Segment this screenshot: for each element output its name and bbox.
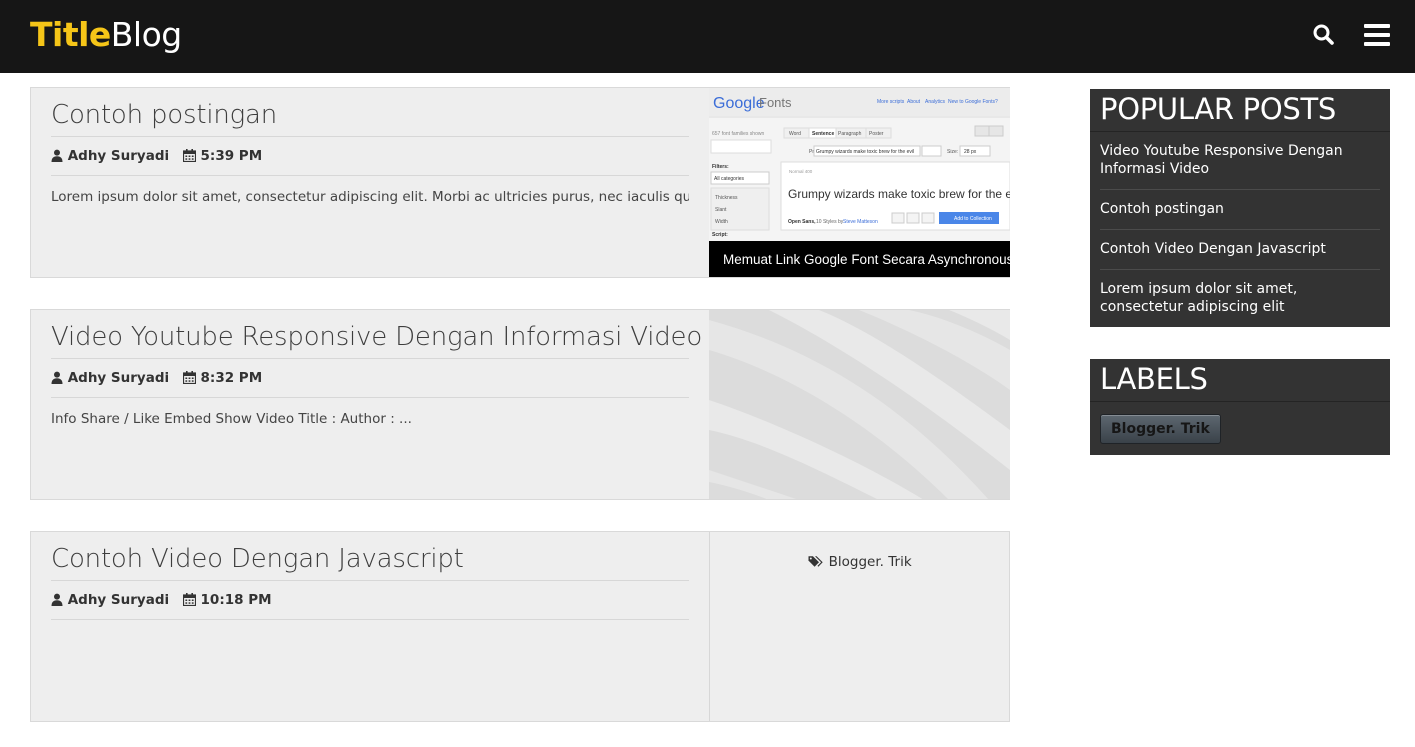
thumb-brand-fonts: Fonts bbox=[759, 95, 792, 110]
post-body: Video Youtube Responsive Dengan Informas… bbox=[51, 310, 702, 428]
popular-posts-widget: POPULAR POSTS Video Youtube Responsive D… bbox=[1090, 89, 1390, 327]
calendar-icon bbox=[182, 149, 196, 163]
post-author[interactable]: Adhy Suryadi bbox=[68, 370, 169, 386]
post-excerpt: Info Share / Like Embed Show Video Title… bbox=[51, 411, 412, 427]
thumb-nav-link: Analytics bbox=[925, 99, 946, 105]
search-icon[interactable] bbox=[1311, 22, 1339, 50]
thumb-nav-link: New to Google Fonts? bbox=[948, 99, 998, 105]
thumb-families-shown: 657 font families shown bbox=[712, 131, 764, 137]
thumb-size-label: Size: bbox=[947, 149, 958, 155]
post-thumbnail-placeholder[interactable] bbox=[709, 310, 1010, 499]
post-card: Contoh postingan Adhy Suryadi 5:39 PM Lo… bbox=[30, 87, 1010, 278]
thumb-filters-label: Filters: bbox=[712, 164, 729, 170]
thumb-tab: Word bbox=[789, 131, 801, 137]
popular-post-link[interactable]: Contoh postingan bbox=[1100, 190, 1380, 230]
menu-icon[interactable] bbox=[1363, 21, 1391, 49]
thumb-filter-option: Thickness bbox=[715, 195, 738, 201]
post-body: Contoh Video Dengan Javascript Adhy Sury… bbox=[51, 532, 689, 632]
user-icon bbox=[51, 593, 63, 606]
user-icon bbox=[51, 371, 63, 384]
post-thumbnail[interactable]: Google Fonts More scripts About Analytic… bbox=[709, 88, 1010, 277]
post-title[interactable]: Contoh Video Dengan Javascript bbox=[51, 532, 689, 581]
calendar-icon bbox=[182, 371, 196, 385]
calendar-icon bbox=[182, 593, 196, 607]
thumb-font-designer: Steve Matteson bbox=[843, 219, 878, 225]
popular-post-link[interactable]: Contoh Video Dengan Javascript bbox=[1100, 230, 1380, 270]
post-labels: Blogger. Trik bbox=[709, 532, 1010, 721]
post-meta: Adhy Suryadi 10:18 PM bbox=[51, 581, 689, 620]
label-button-blogger-trik[interactable]: Blogger. Trik bbox=[1100, 414, 1221, 444]
thumb-size-value: 28 px bbox=[964, 149, 977, 155]
thumb-filter-select: All categories bbox=[714, 176, 745, 182]
thumb-tab: Poster bbox=[869, 131, 884, 137]
labels-title: LABELS bbox=[1090, 359, 1390, 402]
post-author[interactable]: Adhy Suryadi bbox=[68, 148, 169, 164]
post-meta: Adhy Suryadi 5:39 PM bbox=[51, 137, 689, 176]
thumb-brand-google: Google bbox=[713, 95, 765, 112]
thumb-add-button: Add to Collection bbox=[954, 216, 992, 222]
site-logo[interactable]: TitleBlog bbox=[30, 14, 182, 56]
thumb-caption: Memuat Link Google Font Secara Asynchron… bbox=[723, 252, 1010, 267]
thumb-nav-link: About bbox=[907, 99, 921, 105]
popular-post-link[interactable]: Video Youtube Responsive Dengan Informas… bbox=[1100, 132, 1380, 190]
labels-widget: LABELS Blogger. Trik bbox=[1090, 359, 1390, 455]
post-body: Contoh postingan Adhy Suryadi 5:39 PM Lo… bbox=[51, 88, 689, 206]
user-icon bbox=[51, 149, 63, 162]
post-card: Contoh Video Dengan Javascript Adhy Sury… bbox=[30, 531, 1010, 722]
post-title[interactable]: Contoh postingan bbox=[51, 88, 689, 137]
thumb-filter-option: Width bbox=[715, 219, 728, 225]
post-time: 5:39 PM bbox=[200, 148, 263, 164]
post-meta: Adhy Suryadi 8:32 PM bbox=[51, 359, 689, 398]
thumb-font-styles: 10 Styles by bbox=[816, 219, 844, 225]
tags-icon bbox=[808, 556, 824, 567]
post-card: Video Youtube Responsive Dengan Informas… bbox=[30, 309, 1010, 500]
thumb-filter-option: Slant bbox=[715, 207, 727, 213]
post-time: 8:32 PM bbox=[200, 370, 263, 386]
logo-title-part: Title bbox=[30, 15, 111, 54]
post-excerpt bbox=[51, 620, 689, 632]
thumb-sample-text: Grumpy wizards make toxic brew for the e… bbox=[788, 187, 1010, 201]
popular-post-link[interactable]: Lorem ipsum dolor sit amet, consectetur … bbox=[1100, 270, 1380, 327]
thumb-nav-link: More scripts bbox=[877, 99, 905, 105]
thumb-preview-value: Grumpy wizards make toxic brew for the e… bbox=[816, 149, 914, 155]
post-excerpt: Lorem ipsum dolor sit amet, consectetur … bbox=[51, 189, 689, 205]
post-author[interactable]: Adhy Suryadi bbox=[68, 592, 169, 608]
post-label-link[interactable]: Blogger. Trik bbox=[829, 554, 912, 570]
site-header: TitleBlog bbox=[0, 0, 1415, 73]
popular-posts-title: POPULAR POSTS bbox=[1090, 89, 1390, 132]
thumb-tab: Paragraph bbox=[838, 131, 862, 137]
logo-blog-part: Blog bbox=[110, 15, 182, 54]
post-title[interactable]: Video Youtube Responsive Dengan Informas… bbox=[51, 310, 702, 359]
thumb-sample-small: Normal 400 bbox=[789, 169, 813, 174]
post-time: 10:18 PM bbox=[200, 592, 272, 608]
thumb-font-name: Open Sans, bbox=[788, 219, 816, 225]
thumb-script-label: Script: bbox=[712, 232, 728, 238]
thumb-tab: Sentence bbox=[812, 131, 834, 137]
